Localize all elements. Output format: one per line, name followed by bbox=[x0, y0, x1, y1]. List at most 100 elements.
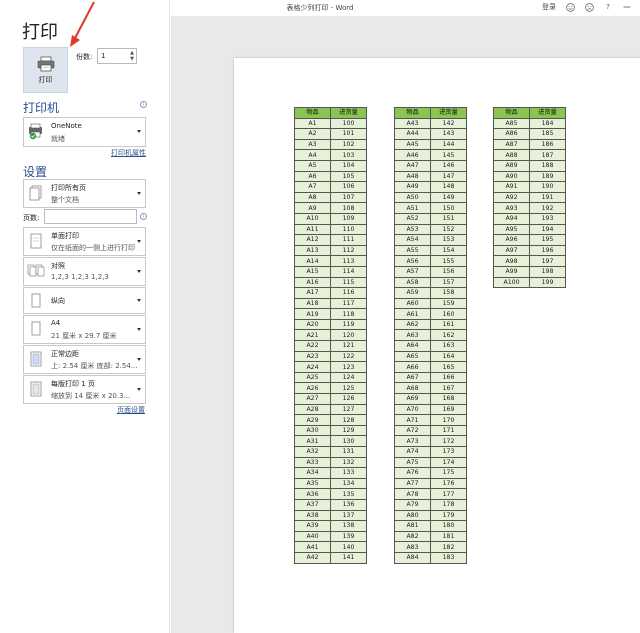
print-button-label: 打印 bbox=[38, 75, 53, 84]
page-setup-link[interactable]: 页面设置 bbox=[117, 405, 145, 415]
quantity-cell: 120 bbox=[330, 329, 367, 342]
quantity-cell: 153 bbox=[430, 234, 467, 246]
print-button[interactable]: 打印 bbox=[23, 47, 68, 93]
setting-line1: 打印所有页 bbox=[51, 184, 86, 192]
table-row: A10 109 bbox=[294, 212, 367, 225]
item-cell: A39 bbox=[294, 520, 331, 532]
quantity-cell: 190 bbox=[529, 181, 566, 193]
quantity-cell: 161 bbox=[430, 318, 467, 331]
table-header-row: 物品 进货量 bbox=[394, 107, 467, 119]
margins-dropdown[interactable]: 正常边距 上: 2.54 厘米 底部: 2.54... bbox=[23, 345, 146, 374]
item-cell: A11 bbox=[294, 223, 331, 236]
quantity-cell: 109 bbox=[330, 212, 367, 225]
table-row: A27 126 bbox=[294, 393, 367, 405]
quantity-cell: 162 bbox=[430, 329, 467, 342]
item-cell: A27 bbox=[294, 393, 331, 405]
item-cell: A44 bbox=[394, 128, 431, 140]
paper-size-icon bbox=[27, 321, 45, 337]
printer-dropdown[interactable]: OneNote 就绪 bbox=[23, 117, 146, 147]
table-row: A2 101 bbox=[294, 128, 367, 140]
quantity-cell: 159 bbox=[430, 297, 467, 310]
quantity-cell: 110 bbox=[330, 223, 367, 236]
quantity-cell: 148 bbox=[430, 181, 467, 193]
quantity-cell: 191 bbox=[529, 191, 566, 204]
quantity-cell: 100 bbox=[330, 117, 367, 130]
paper-size-dropdown[interactable]: A4 21 厘米 x 29.7 厘米 bbox=[23, 315, 146, 344]
pages-per-sheet-dropdown[interactable]: 每版打印 1 页 缩放到 14 厘米 x 20.3... bbox=[23, 375, 146, 404]
pages-input[interactable] bbox=[44, 209, 137, 224]
quantity-cell: 179 bbox=[430, 509, 467, 522]
quantity-cell: 172 bbox=[430, 435, 467, 447]
table-row: A1 100 bbox=[294, 117, 367, 130]
table-row: A55 154 bbox=[394, 244, 467, 257]
item-cell: A86 bbox=[493, 128, 530, 140]
table-header-row: 物品 进货量 bbox=[493, 107, 566, 119]
quantity-cell: 168 bbox=[430, 393, 467, 405]
item-cell: A5 bbox=[294, 159, 331, 172]
item-cell: A99 bbox=[493, 265, 530, 278]
item-cell: A68 bbox=[394, 382, 431, 395]
table-row: A80 179 bbox=[394, 509, 467, 522]
quantity-cell: 128 bbox=[330, 414, 367, 426]
table-row: A92 191 bbox=[493, 191, 566, 204]
quantity-cell: 152 bbox=[430, 223, 467, 236]
item-cell: A52 bbox=[394, 212, 431, 225]
table-row: A83 182 bbox=[394, 541, 467, 553]
item-cell: A73 bbox=[394, 435, 431, 447]
print-range-dropdown[interactable]: 打印所有页 整个文档 bbox=[23, 179, 146, 208]
table-row: A11 110 bbox=[294, 223, 367, 236]
chevron-down-icon bbox=[137, 387, 141, 391]
copies-input[interactable]: 1 ▲ ▼ bbox=[97, 48, 137, 64]
minimize-icon[interactable] bbox=[622, 2, 632, 12]
quantity-cell: 134 bbox=[330, 477, 367, 490]
table-row: A29 128 bbox=[294, 414, 367, 426]
frown-feedback-icon[interactable] bbox=[584, 2, 594, 12]
item-cell: A25 bbox=[294, 371, 331, 384]
duplex-dropdown[interactable]: 单面打印 仅在纸面的一侧上进行打印 bbox=[23, 227, 146, 256]
item-cell: A53 bbox=[394, 223, 431, 236]
item-cell: A65 bbox=[394, 350, 431, 363]
item-cell: A33 bbox=[294, 456, 331, 469]
login-link[interactable]: 登录 bbox=[542, 2, 556, 12]
chevron-down-icon bbox=[137, 239, 141, 243]
table-row: A13 112 bbox=[294, 244, 367, 257]
pages-info-icon[interactable]: i bbox=[140, 213, 147, 220]
table-row: A70 169 bbox=[394, 403, 467, 416]
item-cell: A34 bbox=[294, 467, 331, 479]
quantity-cell: 118 bbox=[330, 308, 367, 320]
printer-status: 就绪 bbox=[51, 135, 65, 143]
quantity-cell: 136 bbox=[330, 498, 367, 511]
quantity-cell: 188 bbox=[529, 159, 566, 172]
collate-icon bbox=[27, 263, 45, 279]
table-row: A79 178 bbox=[394, 498, 467, 511]
quantity-cell: 199 bbox=[529, 276, 566, 289]
printer-heading: 打印机 bbox=[23, 101, 60, 115]
setting-line2: 1,2,3 1,2,3 1,2,3 bbox=[51, 273, 109, 281]
copies-spinner[interactable]: ▲ ▼ bbox=[130, 50, 134, 62]
quantity-cell: 186 bbox=[529, 138, 566, 151]
table-row: A48 147 bbox=[394, 170, 467, 183]
item-cell: A31 bbox=[294, 435, 331, 447]
item-cell: A49 bbox=[394, 181, 431, 193]
quantity-cell: 158 bbox=[430, 287, 467, 299]
chevron-down-icon bbox=[137, 130, 141, 133]
orientation-dropdown[interactable]: 纵向 bbox=[23, 287, 146, 314]
quantity-cell: 144 bbox=[430, 138, 467, 151]
help-button[interactable]: ? bbox=[603, 2, 613, 12]
quantity-cell: 107 bbox=[330, 191, 367, 204]
item-cell: A50 bbox=[394, 191, 431, 204]
table-row: A42 141 bbox=[294, 551, 367, 564]
quantity-cell: 174 bbox=[430, 456, 467, 469]
smile-feedback-icon[interactable] bbox=[565, 2, 575, 12]
quantity-cell: 192 bbox=[529, 202, 566, 214]
printer-properties-link[interactable]: 打印机属性 bbox=[111, 148, 146, 158]
quantity-cell: 102 bbox=[330, 138, 367, 151]
item-cell: A48 bbox=[394, 170, 431, 183]
table-row: A57 156 bbox=[394, 265, 467, 278]
collate-dropdown[interactable]: 对照 1,2,3 1,2,3 1,2,3 bbox=[23, 257, 146, 286]
table-row: A95 194 bbox=[493, 223, 566, 236]
quantity-cell: 160 bbox=[430, 308, 467, 320]
pages-icon bbox=[27, 185, 45, 201]
item-cell: A87 bbox=[493, 138, 530, 151]
printer-info-icon[interactable]: i bbox=[140, 101, 147, 108]
